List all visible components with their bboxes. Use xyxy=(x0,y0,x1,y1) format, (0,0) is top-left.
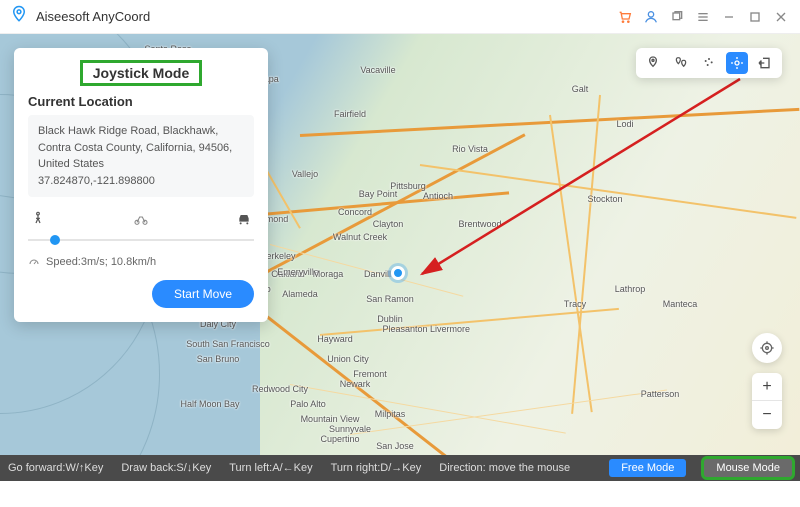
city-label: Redwood City xyxy=(252,384,308,394)
city-label: Sunnyvale xyxy=(329,424,371,434)
city-label: Manteca xyxy=(663,299,698,309)
city-label: Union City xyxy=(327,354,369,364)
speed-mode-icons xyxy=(28,211,254,234)
city-label: San Ramon xyxy=(366,294,414,304)
hint-forward: Go forward:W/↑Key xyxy=(8,462,103,474)
address-text: Black Hawk Ridge Road, Blackhawk, Contra… xyxy=(38,123,244,173)
car-icon[interactable] xyxy=(236,211,252,232)
zoom-out-button[interactable]: − xyxy=(752,401,782,429)
close-icon[interactable] xyxy=(772,8,790,26)
city-label: Brentwood xyxy=(458,219,501,229)
current-location-pin xyxy=(391,266,405,280)
city-label: Tracy xyxy=(564,299,586,309)
hint-left: Turn left:A/←Key xyxy=(229,462,312,474)
titlebar: Aiseesoft AnyCoord xyxy=(0,0,800,34)
hint-direction: Direction: move the mouse xyxy=(439,462,570,474)
city-label: Lathrop xyxy=(615,284,646,294)
start-move-button[interactable]: Start Move xyxy=(152,280,254,308)
walk-icon[interactable] xyxy=(30,211,46,232)
minimize-icon[interactable] xyxy=(720,8,738,26)
zoom-control: + − xyxy=(752,373,782,429)
multi-point-icon[interactable] xyxy=(698,52,720,74)
recenter-icon[interactable] xyxy=(752,333,782,363)
city-label: Milpitas xyxy=(375,409,406,419)
city-label: Patterson xyxy=(641,389,680,399)
export-icon[interactable] xyxy=(754,52,776,74)
speed-slider[interactable] xyxy=(28,234,254,246)
mode-title: Joystick Mode xyxy=(87,63,195,83)
map-side-controls: + − xyxy=(752,333,782,429)
city-label: Rio Vista xyxy=(452,144,488,154)
city-label: Livermore xyxy=(430,324,470,334)
joystick-panel: Joystick Mode Current Location Black Haw… xyxy=(14,48,268,322)
menu-icon[interactable] xyxy=(694,8,712,26)
bike-icon[interactable] xyxy=(133,211,149,232)
app-title: Aiseesoft AnyCoord xyxy=(36,9,150,24)
city-label: Vallejo xyxy=(292,169,318,179)
single-point-icon[interactable] xyxy=(642,52,664,74)
city-label: Alameda xyxy=(282,289,318,299)
city-label: Pittsburg xyxy=(390,181,426,191)
city-label: Vacaville xyxy=(360,65,395,75)
user-icon[interactable] xyxy=(642,8,660,26)
maximize-icon[interactable] xyxy=(746,8,764,26)
city-label: Antioch xyxy=(423,191,453,201)
city-label: Clayton xyxy=(373,219,404,229)
cart-icon[interactable] xyxy=(616,8,634,26)
bottom-hint-bar: Go forward:W/↑Key Draw back:S/↓Key Turn … xyxy=(0,455,800,481)
city-label: Fairfield xyxy=(334,109,366,119)
mode-title-highlight: Joystick Mode xyxy=(80,60,202,86)
free-mode-button[interactable]: Free Mode xyxy=(609,459,686,477)
joystick-mode-icon[interactable] xyxy=(726,52,748,74)
coords-text: 37.824870,-121.898800 xyxy=(38,173,244,190)
city-label: Pleasanton xyxy=(382,324,427,334)
city-label: Cupertino xyxy=(320,434,359,444)
city-label: Newark xyxy=(340,379,371,389)
slider-thumb[interactable] xyxy=(50,235,60,245)
zoom-in-button[interactable]: + xyxy=(752,373,782,401)
city-label: Lodi xyxy=(616,119,633,129)
app-logo-icon xyxy=(10,5,28,28)
address-box: Black Hawk Ridge Road, Blackhawk, Contra… xyxy=(28,115,254,197)
hint-back: Draw back:S/↓Key xyxy=(121,462,211,474)
city-label: Concord xyxy=(338,207,372,217)
city-label: Half Moon Bay xyxy=(180,399,239,409)
city-label: Stockton xyxy=(587,194,622,204)
map-mode-toolbar xyxy=(636,48,782,78)
hint-right: Turn right:D/→Key xyxy=(331,462,422,474)
city-label: Dublin xyxy=(377,314,403,324)
city-label: Galt xyxy=(572,84,589,94)
city-label: Fremont xyxy=(353,369,387,379)
mouse-mode-button[interactable]: Mouse Mode xyxy=(704,459,792,477)
window-restore-icon[interactable] xyxy=(668,8,686,26)
map-canvas[interactable]: Santa RosaNapaVacavilleFairfieldVallejoR… xyxy=(0,34,800,481)
two-point-icon[interactable] xyxy=(670,52,692,74)
city-label: San Bruno xyxy=(197,354,240,364)
current-location-label: Current Location xyxy=(28,94,254,109)
city-label: Hayward xyxy=(317,334,353,344)
speed-readout: Speed:3m/s; 10.8km/h xyxy=(28,256,254,268)
city-label: Mountain View xyxy=(301,414,360,424)
city-label: Moraga xyxy=(313,269,344,279)
city-label: Walnut Creek xyxy=(333,232,387,242)
city-label: Palo Alto xyxy=(290,399,326,409)
city-label: San Jose xyxy=(376,441,414,451)
city-label: South San Francisco xyxy=(186,339,270,349)
